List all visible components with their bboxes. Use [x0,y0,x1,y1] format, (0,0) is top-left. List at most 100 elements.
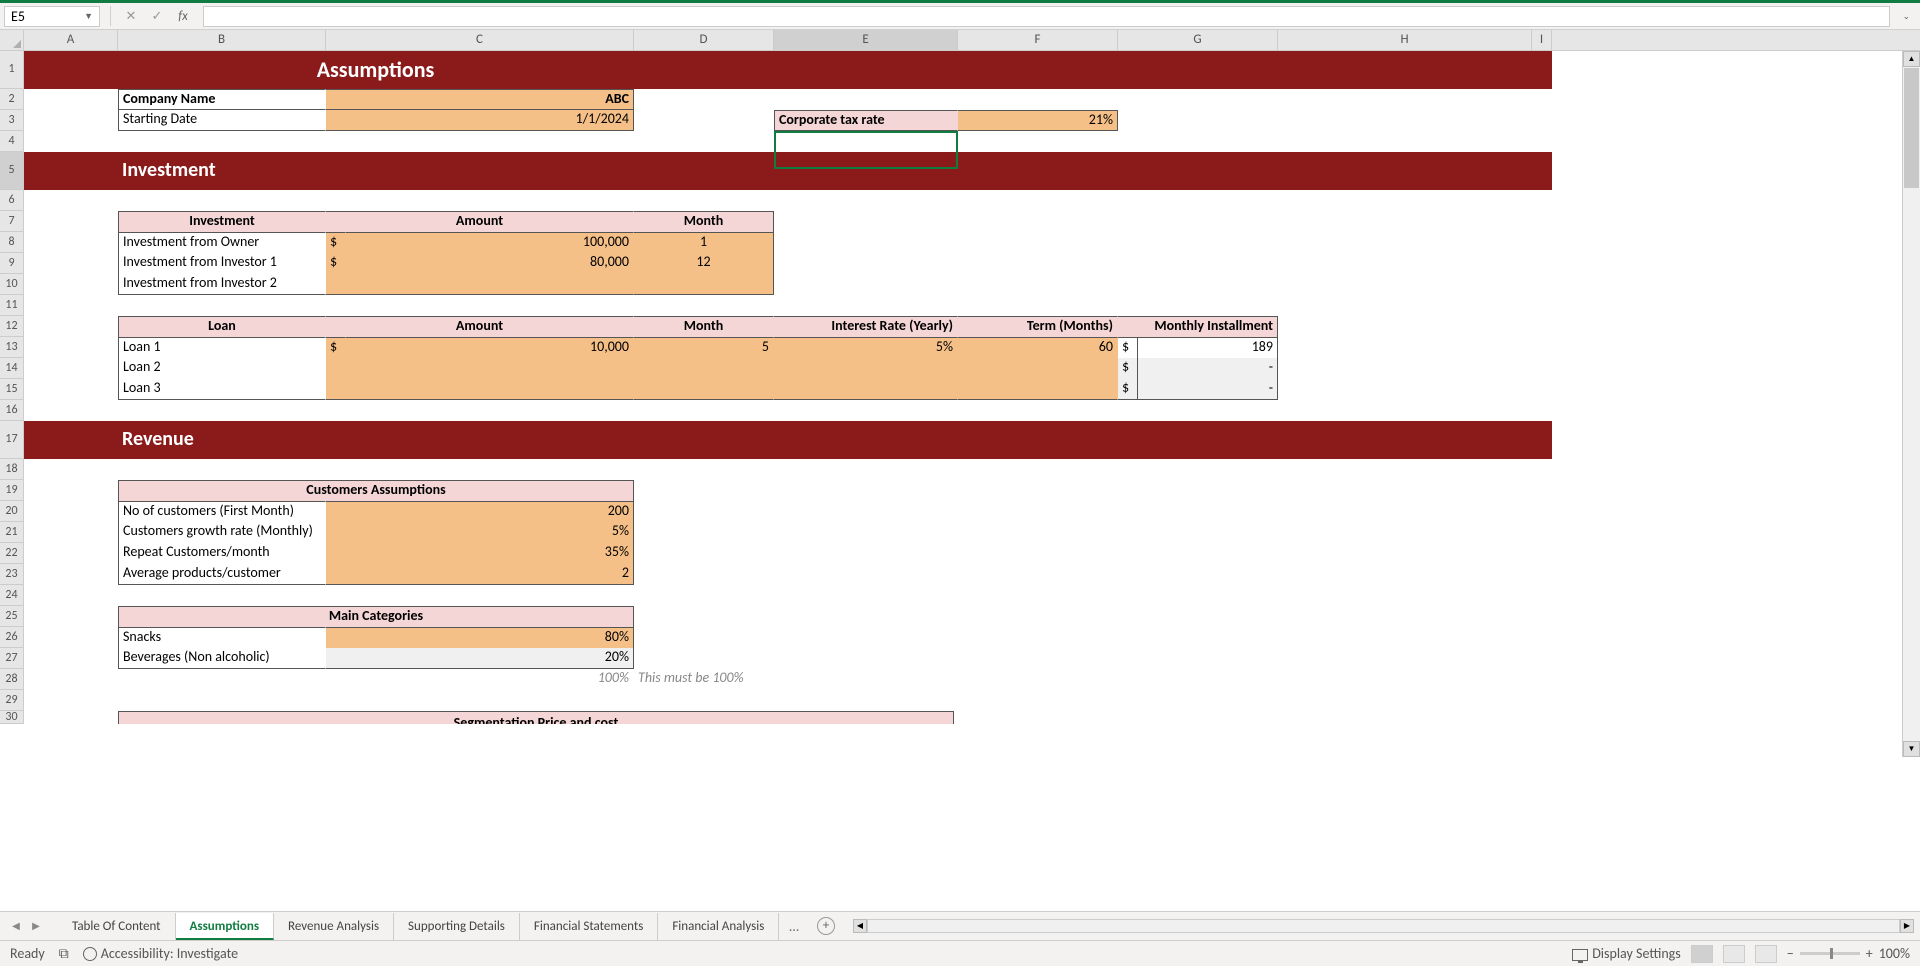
display-settings-button[interactable]: Display Settings [1592,945,1681,962]
row-header[interactable]: 11 [0,295,24,316]
cancel-icon[interactable]: ✕ [121,6,141,26]
value[interactable]: 200 [326,501,634,522]
add-sheet-button[interactable]: + [817,917,835,935]
zoom-level[interactable]: 100% [1879,945,1910,962]
horizontal-scrollbar[interactable]: ◀ ▶ [853,918,1914,934]
dropdown-icon[interactable]: ▼ [84,11,93,22]
value[interactable]: 20% [326,648,634,669]
row-header[interactable]: 30 [0,711,24,724]
row-header[interactable]: 18 [0,459,24,480]
value[interactable]: 2 [326,564,634,585]
row-header[interactable]: 7 [0,211,24,232]
col-header[interactable]: F [958,30,1118,50]
formula-expand-icon[interactable]: ⌄ [1902,11,1910,22]
scroll-thumb[interactable] [1904,68,1919,188]
scroll-down-icon[interactable]: ▼ [1903,741,1920,757]
row-header[interactable]: 6 [0,190,24,211]
row-header[interactable]: 19 [0,480,24,501]
vertical-scrollbar[interactable]: ▲ ▼ [1902,51,1920,757]
row-header[interactable]: 13 [0,337,24,358]
sheet-tab[interactable]: Revenue Analysis [274,913,394,940]
scroll-left-icon[interactable]: ◀ [853,919,867,933]
row-header[interactable]: 23 [0,564,24,585]
col-header[interactable]: C [326,30,634,50]
note: This must be 100% [634,669,934,690]
value[interactable]: 5 [634,337,774,358]
row-header[interactable]: 20 [0,501,24,522]
col-header[interactable]: A [24,30,118,50]
value[interactable]: 10,000 [346,337,634,358]
th: Interest Rate (Yearly) [774,316,958,337]
row-header[interactable]: 29 [0,690,24,711]
view-pagebreak-button[interactable] [1755,945,1777,963]
spreadsheet-grid[interactable]: 1 2 3 4 5 6 7 8 9 10 11 12 13 14 15 16 1… [0,51,1920,757]
label: Starting Date [118,110,326,131]
sheet-tab[interactable]: Financial Statements [520,913,658,940]
confirm-icon[interactable]: ✓ [147,6,167,26]
zoom-in-button[interactable]: + [1866,945,1873,962]
row-header[interactable]: 21 [0,522,24,543]
col-header[interactable]: E [774,30,958,50]
row-header[interactable]: 12 [0,316,24,337]
row-header[interactable]: 2 [0,89,24,110]
zoom-out-button[interactable]: − [1787,945,1794,962]
name-box[interactable]: E5▼ [4,6,100,27]
status-accessibility[interactable]: Accessibility: Investigate [101,945,238,962]
row-header[interactable]: 17 [0,421,24,459]
title-revenue: Revenue [118,421,326,459]
value[interactable]: ABC [326,89,634,110]
value[interactable]: 12 [634,253,774,274]
row-header[interactable]: 27 [0,648,24,669]
tab-nav-next-icon[interactable]: ▶ [29,919,43,933]
th: Month [634,316,774,337]
col-header[interactable]: G [1118,30,1278,50]
fx-icon[interactable]: fx [173,6,193,26]
row-header[interactable]: 10 [0,274,24,295]
value[interactable]: 80,000 [346,253,634,274]
col-header[interactable]: D [634,30,774,50]
row-header[interactable]: 8 [0,232,24,253]
row-header[interactable]: 24 [0,585,24,606]
row-header[interactable]: 14 [0,358,24,379]
tab-nav-prev-icon[interactable]: ◀ [9,919,23,933]
value[interactable]: 35% [326,543,634,564]
zoom-slider[interactable] [1800,952,1860,955]
value[interactable]: 60 [958,337,1118,358]
col-header[interactable]: B [118,30,326,50]
view-normal-button[interactable] [1691,945,1713,963]
row-header[interactable]: 22 [0,543,24,564]
row-header[interactable]: 4 [0,131,24,152]
value[interactable]: 5% [774,337,958,358]
col-header[interactable]: I [1532,30,1552,50]
row-header[interactable]: 26 [0,627,24,648]
value[interactable]: 1/1/2024 [326,110,634,131]
value[interactable]: 21% [958,110,1118,131]
view-layout-button[interactable] [1723,945,1745,963]
sheet-tab[interactable]: Table Of Content [58,913,176,940]
row-header[interactable]: 1 [0,51,24,89]
zoom-control[interactable]: − + 100% [1787,945,1910,962]
row-header[interactable]: 16 [0,400,24,421]
scroll-track[interactable] [867,919,1900,933]
sheet-tab[interactable]: Financial Analysis [658,913,779,940]
value[interactable]: 5% [326,522,634,543]
row-header[interactable]: 3 [0,110,24,131]
value[interactable]: 1 [634,232,774,253]
sheet-tabs: ◀ ▶ Table Of Content Assumptions Revenue… [0,911,1920,940]
row-header[interactable]: 15 [0,379,24,400]
th: Customers Assumptions [118,480,634,501]
formula-input[interactable] [203,6,1890,27]
select-all-corner[interactable] [0,30,24,50]
row-header[interactable]: 28 [0,669,24,690]
row-header[interactable]: 25 [0,606,24,627]
row-header[interactable]: 9 [0,253,24,274]
scroll-right-icon[interactable]: ▶ [1900,919,1914,933]
value[interactable]: 100,000 [346,232,634,253]
row-header[interactable]: 5 [0,152,24,190]
sheet-tab[interactable]: Supporting Details [394,913,520,940]
scroll-up-icon[interactable]: ▲ [1903,51,1920,67]
sheet-tab[interactable]: Assumptions [176,913,275,940]
more-tabs-icon[interactable]: … [779,918,809,935]
value[interactable]: 80% [326,627,634,648]
col-header[interactable]: H [1278,30,1532,50]
